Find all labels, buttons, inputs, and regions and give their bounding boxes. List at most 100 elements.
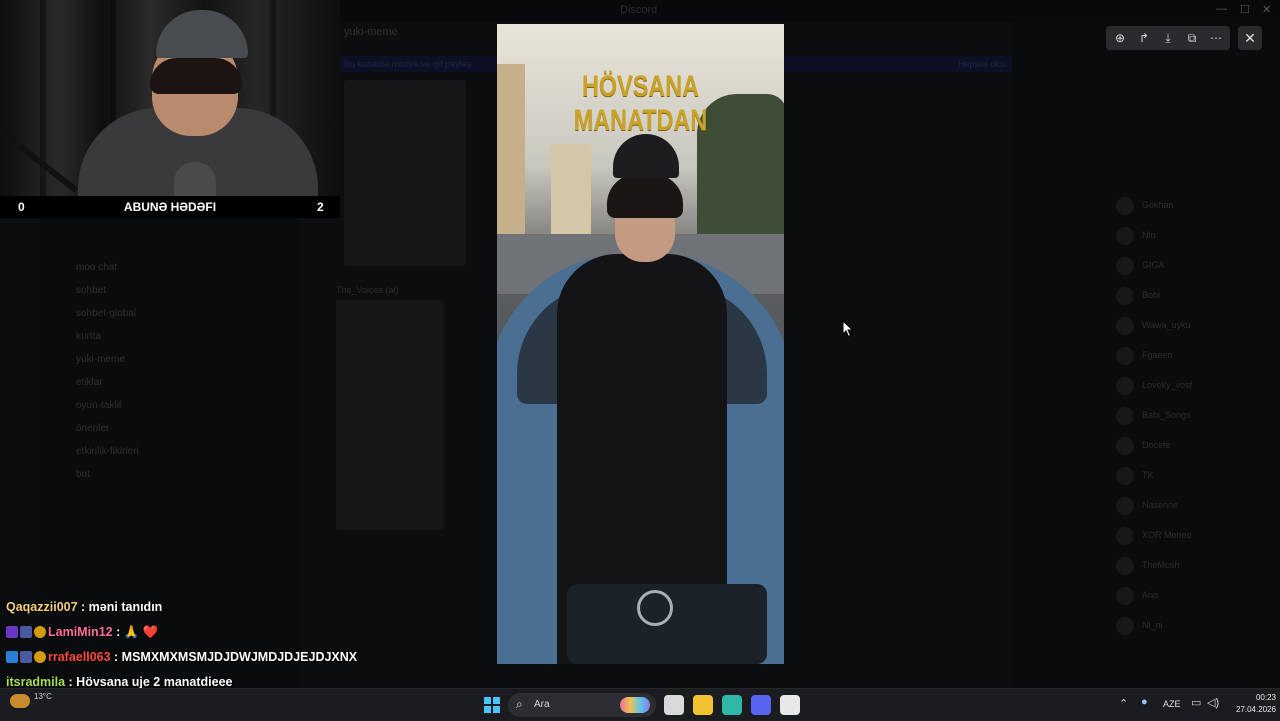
chat-username: Qaqazzii007 — [6, 600, 78, 614]
member-item[interactable]: Bobi — [1142, 290, 1160, 300]
sub-goal-title: ABUNƏ HƏDƏFI — [123, 200, 217, 214]
coin-badge-icon — [34, 626, 46, 638]
chat-username: itsradmila — [6, 675, 66, 689]
channel-item[interactable]: sohbet-global — [76, 308, 136, 319]
close-icon[interactable]: ✕ — [1238, 26, 1262, 50]
viewer-toolbar: ⊕ ↱ ⤓ ⧉ ⋯ — [1106, 26, 1230, 50]
chat-message: rrafaell063 : MSMXMXMSMJDJDWJMDJDJEJDJXN… — [6, 650, 357, 664]
download-icon[interactable]: ⤓ — [1156, 26, 1180, 50]
gift-badge-icon — [20, 626, 32, 638]
sub-badge-icon — [6, 626, 18, 638]
microphone-icon[interactable]: ● — [1141, 696, 1148, 708]
file-explorer-icon[interactable] — [693, 695, 713, 715]
viewer-image[interactable]: HÖVSANA MANATDAN — [497, 24, 784, 664]
avatar[interactable] — [1116, 377, 1134, 395]
coin-badge-icon — [34, 651, 46, 663]
minimize-icon[interactable]: — — [1216, 3, 1227, 15]
member-item[interactable]: Nin — [1142, 230, 1156, 240]
member-item[interactable]: Ano — [1142, 590, 1158, 600]
avatar[interactable] — [1116, 317, 1134, 335]
channel-item[interactable]: yuki-meme — [76, 354, 125, 365]
member-item[interactable]: Loveky_vosf — [1142, 380, 1192, 390]
avatar[interactable] — [1116, 407, 1134, 425]
avatar[interactable] — [1116, 557, 1134, 575]
chat-image-thumbnail[interactable] — [336, 300, 444, 530]
member-item[interactable]: Nasenne — [1142, 500, 1178, 510]
chat-text: : 🙏 ❤️ — [112, 625, 159, 639]
network-icon[interactable]: ▭ — [1191, 696, 1201, 709]
task-view-icon[interactable] — [664, 695, 684, 715]
message-author[interactable]: The_Voices (ai) — [336, 285, 399, 295]
member-item[interactable]: Wawa_uyku — [1142, 320, 1191, 330]
obs-icon[interactable] — [780, 695, 800, 715]
avatar[interactable] — [1116, 527, 1134, 545]
channel-item[interactable]: moo chat — [76, 262, 117, 273]
member-item[interactable]: Babi_Songs — [1142, 410, 1191, 420]
avatar[interactable] — [1116, 587, 1134, 605]
zoom-in-icon[interactable]: ⊕ — [1108, 26, 1132, 50]
search-icon: ⌕ — [516, 697, 523, 711]
chat-message: LamiMin12 : 🙏 ❤️ — [6, 625, 158, 640]
clock-date[interactable]: 27.04.2026 — [1226, 705, 1276, 714]
channel-item[interactable]: sohbet — [76, 285, 106, 296]
member-item[interactable]: TK — [1142, 470, 1154, 480]
webcam-feed — [0, 0, 340, 196]
member-item[interactable]: TheMosh — [1142, 560, 1180, 570]
discord-icon[interactable] — [751, 695, 771, 715]
more-icon[interactable]: ⋯ — [1204, 26, 1228, 50]
chat-image-thumbnail[interactable] — [344, 80, 466, 266]
mouse-cursor-icon — [842, 320, 854, 338]
member-item[interactable]: Ni_ni — [1142, 620, 1163, 630]
prime-badge-icon — [6, 651, 18, 663]
channel-item[interactable]: etiklar — [76, 377, 103, 388]
member-item[interactable]: Gökhan — [1142, 200, 1174, 210]
avatar[interactable] — [1116, 617, 1134, 635]
avatar[interactable] — [1116, 437, 1134, 455]
start-button[interactable] — [484, 697, 500, 713]
avatar[interactable] — [1116, 257, 1134, 275]
image-title: HÖVSANA MANATDAN — [573, 70, 708, 137]
window-close-icon[interactable]: ✕ — [1262, 3, 1271, 16]
banner-link[interactable]: Hepsini oku — [958, 56, 1005, 72]
weather-temperature[interactable]: 13°C — [34, 692, 52, 701]
member-item[interactable]: GIGA — [1142, 260, 1165, 270]
chat-text: : məni tanıdın — [77, 600, 163, 614]
avatar[interactable] — [1116, 467, 1134, 485]
volume-icon[interactable]: ◁) — [1207, 696, 1219, 709]
member-item[interactable]: XOR Moneo — [1142, 530, 1192, 540]
avatar[interactable] — [1116, 227, 1134, 245]
weather-icon[interactable] — [10, 694, 30, 708]
channel-item[interactable]: bot — [76, 469, 90, 480]
channel-item[interactable]: kurtta — [76, 331, 101, 342]
sub-goal-bar: 0 ABUNƏ HƏDƏFI 2 — [0, 196, 340, 218]
chat-text: : Hövsana uje 2 manatdieee — [65, 675, 233, 689]
clock-time[interactable]: 00:23 — [1236, 693, 1276, 702]
language-indicator[interactable]: AZE — [1163, 699, 1181, 709]
channel-item[interactable]: oyun-taklif — [76, 400, 122, 411]
chevron-up-icon[interactable]: ⌃ — [1119, 697, 1128, 710]
avatar[interactable] — [1116, 287, 1134, 305]
chat-username: rrafaell063 — [48, 650, 111, 664]
maximize-icon[interactable]: ☐ — [1240, 3, 1250, 16]
share-icon[interactable]: ↱ — [1132, 26, 1156, 50]
edge-icon[interactable] — [722, 695, 742, 715]
banner-text: Bu kanalda medya ve gif paylaş — [344, 59, 472, 69]
member-item[interactable]: Fgaeen — [1142, 350, 1173, 360]
open-external-icon[interactable]: ⧉ — [1180, 26, 1204, 50]
avatar[interactable] — [1116, 497, 1134, 515]
search-highlight-icon — [620, 697, 650, 713]
avatar[interactable] — [1116, 197, 1134, 215]
taskbar: 13°C ⌕ Ara ⌃ ● AZE ▭ ◁) 00:23 27.04.2026 — [0, 688, 1280, 721]
member-item[interactable]: Docete — [1142, 440, 1171, 450]
avatar[interactable] — [1116, 347, 1134, 365]
chat-message: itsradmila : Hövsana uje 2 manatdieee — [6, 675, 233, 689]
car-logo — [637, 590, 673, 626]
search-placeholder: Ara — [534, 699, 550, 710]
taskbar-search[interactable]: ⌕ Ara — [508, 693, 656, 717]
sub-goal-target: 2 — [317, 200, 324, 214]
channel-item[interactable]: öneriler — [76, 423, 109, 434]
channel-item[interactable]: etkinlik-fikirleri — [76, 446, 139, 457]
app-title: Discord — [620, 4, 658, 16]
chat-text: : MSMXMXMSMJDJDWJMDJDJEJDJXNX — [110, 650, 358, 664]
chat-username: LamiMin12 — [48, 625, 113, 639]
